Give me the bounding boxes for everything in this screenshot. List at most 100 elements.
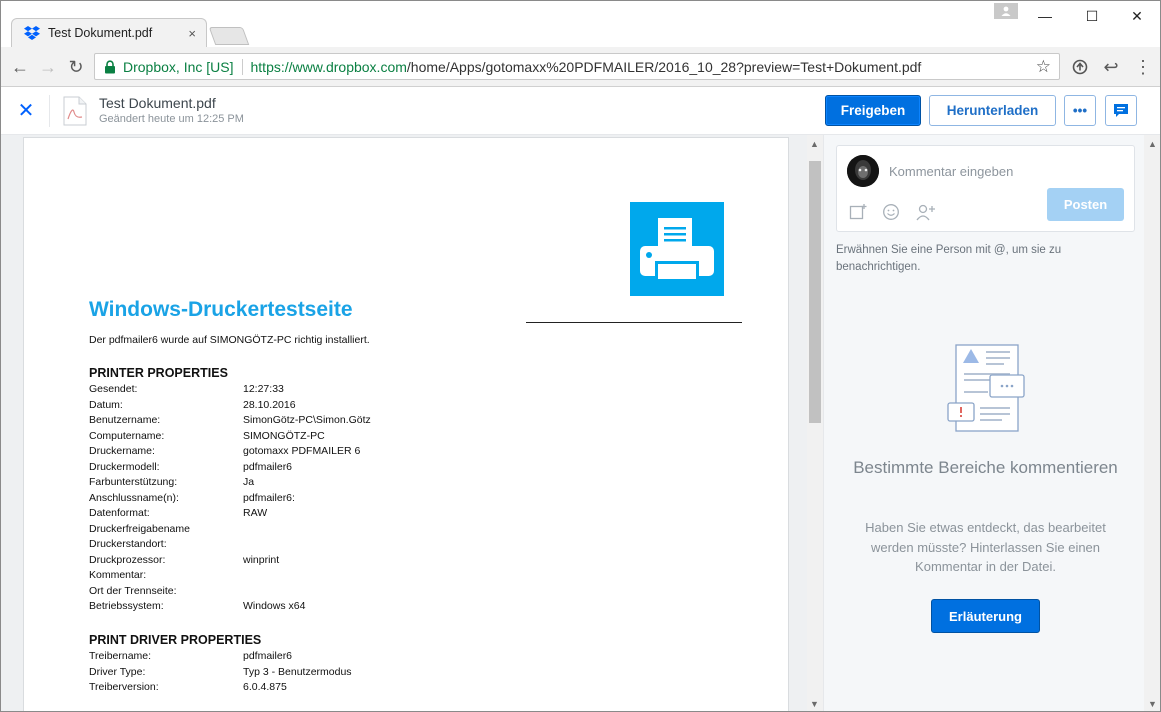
property-row: Benutzername: SimonGötz-PC\Simon.Götz [89,414,371,430]
driver-properties-list: Treibername: pdfmailer6 Driver Type: Typ 3 … [89,650,352,697]
printer-properties-list: Gesendet: 12:27:33 Datum: 28.10.2016 Benutze… [89,383,371,616]
property-key: Betriebssystem: [89,600,164,612]
property-key: Datenformat: [89,507,150,519]
tab-title: Test Dokument.pdf [48,26,153,40]
property-key: Farbunterstützung: [89,476,178,488]
address-divider [241,58,243,75]
tab-strip: Test Dokument.pdf × — ☐ ✕ [1,1,1160,47]
title-rule [526,322,742,323]
property-key: Driver Type: [89,665,146,678]
property-row: Druckprozessor: winprint [89,554,371,570]
profile-icon[interactable] [994,3,1018,19]
sidebar-scroll-up-icon[interactable]: ▲ [1148,139,1157,149]
sidebar-scrollbar[interactable]: ▲ ▼ [1144,135,1160,711]
pdf-file-icon [63,96,87,126]
property-row: Kommentar: [89,569,371,585]
url-path: /home/Apps/gotomaxx%20PDFMAILER/2016_10_… [406,58,922,75]
lock-icon [105,59,115,73]
property-key: Druckername: [89,445,155,457]
property-row: Druckermodell: pdfmailer6 [89,461,371,477]
preview-header: ✕ Test Dokument.pdf Geändert heute um 12… [1,87,1160,135]
property-row: Druckerstandort: [89,538,371,554]
property-key: Druckerfreigabename [89,522,190,535]
property-row: Gesendet: 12:27:33 [89,383,371,399]
reply-extension-icon[interactable]: ↩ [1099,55,1123,79]
scroll-up-icon[interactable]: ▲ [810,139,819,149]
file-modified: Geändert heute um 12:25 PM [99,113,244,125]
comments-sidebar: Kommentar eingeben Posten Erwähnen Sie e… [823,135,1144,711]
browser-menu-icon[interactable]: ⋮ [1131,55,1155,79]
property-key: Anschlussname(n): [89,491,179,504]
property-row: Treibername: pdfmailer6 [89,650,352,666]
comment-composer: Kommentar eingeben Posten [836,145,1135,232]
dropbox-favicon-icon [24,25,40,41]
reload-button[interactable]: ↻ [64,55,88,79]
scroll-down-icon[interactable]: ▼ [810,699,819,709]
document-intro: Der pdfmailer6 wurde auf SIMONGÖTZ-PC ri… [89,334,370,346]
browser-window: Test Dokument.pdf × — ☐ ✕ ← → ↻ Dropbox,… [0,0,1161,712]
property-value: pdfmailer6 [243,460,293,473]
property-key: Computername: [89,429,165,442]
emoji-icon[interactable] [881,202,901,222]
property-key: Ort der Trennseite: [89,584,177,597]
mention-person-icon[interactable] [916,202,936,222]
property-value: gotomaxx PDFMAILER 6 [243,445,361,457]
property-row: Druckerfreigabename [89,523,371,539]
property-row: Computername: SIMONGÖTZ-PC [89,430,371,446]
property-key: Treiberversion: [89,681,159,693]
extension-icon[interactable] [1068,55,1092,79]
new-tab-button[interactable] [208,27,250,45]
tab-close-icon[interactable]: × [188,26,196,41]
empty-state-text: Haben Sie etwas entdeckt, das bearbeitet… [865,520,1106,574]
property-value: RAW [243,507,268,519]
document-viewer: Windows-Druckertestseite Der pdfmailer6 … [1,135,823,711]
property-row: Datenformat: RAW [89,507,371,523]
property-key: Druckerstandort: [89,538,167,550]
viewer-scrollbar[interactable]: ▲ ▼ [807,135,823,711]
avatar [847,155,879,187]
pdf-page: Windows-Druckertestseite Der pdfmailer6 … [23,137,789,711]
property-key: Datum: [89,398,123,411]
comments-toggle-button[interactable] [1105,95,1137,126]
maximize-button[interactable]: ☐ [1069,1,1115,31]
window-close-button[interactable]: ✕ [1114,1,1160,31]
property-row: Betriebssystem: Windows x64 [89,600,371,616]
property-row: Anschlussname(n): pdfmailer6: [89,492,371,508]
share-button[interactable]: Freigeben [825,95,921,126]
browser-toolbar: ← → ↻ Dropbox, Inc [US] https://www.drop… [1,47,1160,87]
property-value: winprint [243,553,280,566]
sidebar-scroll-down-icon[interactable]: ▼ [1148,699,1157,709]
explain-button[interactable]: Erläuterung [931,599,1040,633]
property-value: SIMONGÖTZ-PC [243,429,325,442]
bookmark-star-icon[interactable]: ☆ [1036,57,1051,77]
property-row: Druckername: gotomaxx PDFMAILER 6 [89,445,371,461]
property-key: Druckprozessor: [89,553,166,566]
property-value: 6.0.4.875 [243,681,287,693]
property-value: 28.10.2016 [243,398,296,411]
viewer-scroll-thumb[interactable] [809,161,821,423]
security-label: Dropbox, Inc [US] [123,58,234,75]
browser-tab[interactable]: Test Dokument.pdf × [11,18,207,47]
minimize-button[interactable]: — [1022,1,1068,31]
file-name: Test Dokument.pdf [99,95,216,111]
comment-illustration-icon [947,344,1025,432]
address-bar[interactable]: Dropbox, Inc [US] https://www.dropbox.co… [94,53,1060,80]
property-key: Kommentar: [89,569,147,581]
back-button[interactable]: ← [8,55,32,79]
property-row: Treiberversion: 6.0.4.875 [89,681,352,697]
comment-input[interactable]: Kommentar eingeben [889,164,1013,179]
annotate-area-icon[interactable] [848,202,868,222]
property-key: Treibername: [89,650,152,662]
property-value: Typ 3 - Benutzermodus [243,665,352,678]
url-host: https://www.dropbox.com [250,58,407,75]
download-button[interactable]: Herunterladen [929,95,1056,126]
printer-properties-heading: PRINTER PROPERTIES [89,366,228,380]
property-value: SimonGötz-PC\Simon.Götz [243,414,371,426]
close-preview-icon[interactable]: ✕ [15,99,37,122]
driver-properties-heading: PRINT DRIVER PROPERTIES [89,633,262,647]
more-options-button[interactable]: ••• [1064,95,1096,126]
empty-state-title: Bestimmte Bereiche kommentieren [853,458,1118,477]
property-row: Datum: 28.10.2016 [89,399,371,415]
post-button[interactable]: Posten [1047,188,1124,221]
forward-button[interactable]: → [36,55,60,79]
